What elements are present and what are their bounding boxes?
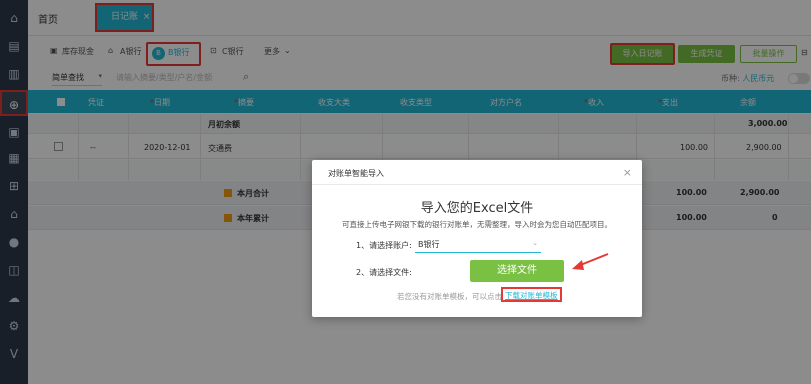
account-select[interactable]: B银行 ⌄ — [415, 236, 541, 253]
choose-file-button[interactable]: 选择文件 — [470, 260, 564, 282]
account-label: 1、请选择账户: — [356, 241, 412, 250]
template-tip: 若您没有对账单模板，可以点击 — [397, 292, 502, 301]
red-arrow-icon — [572, 253, 609, 270]
close-icon[interactable]: × — [623, 166, 632, 179]
import-dialog: 对账单智能导入 × 导入您的Excel文件 可直接上传电子网银下载的银行对账单，… — [312, 160, 642, 317]
dialog-description: 可直接上传电子网银下载的银行对账单，无需整理，导入时会为您自动匹配项目。 — [342, 220, 612, 229]
dialog-heading: 导入您的Excel文件 — [420, 201, 534, 216]
account-select-value: B银行 — [418, 240, 440, 249]
dialog-title: 对账单智能导入 — [328, 169, 384, 178]
dialog-header: 对账单智能导入 × — [312, 160, 642, 185]
file-label: 2、请选择文件: — [356, 268, 412, 277]
chevron-down-icon: ⌄ — [532, 239, 538, 247]
download-template-link[interactable]: 下载对账单模板 — [501, 287, 562, 302]
